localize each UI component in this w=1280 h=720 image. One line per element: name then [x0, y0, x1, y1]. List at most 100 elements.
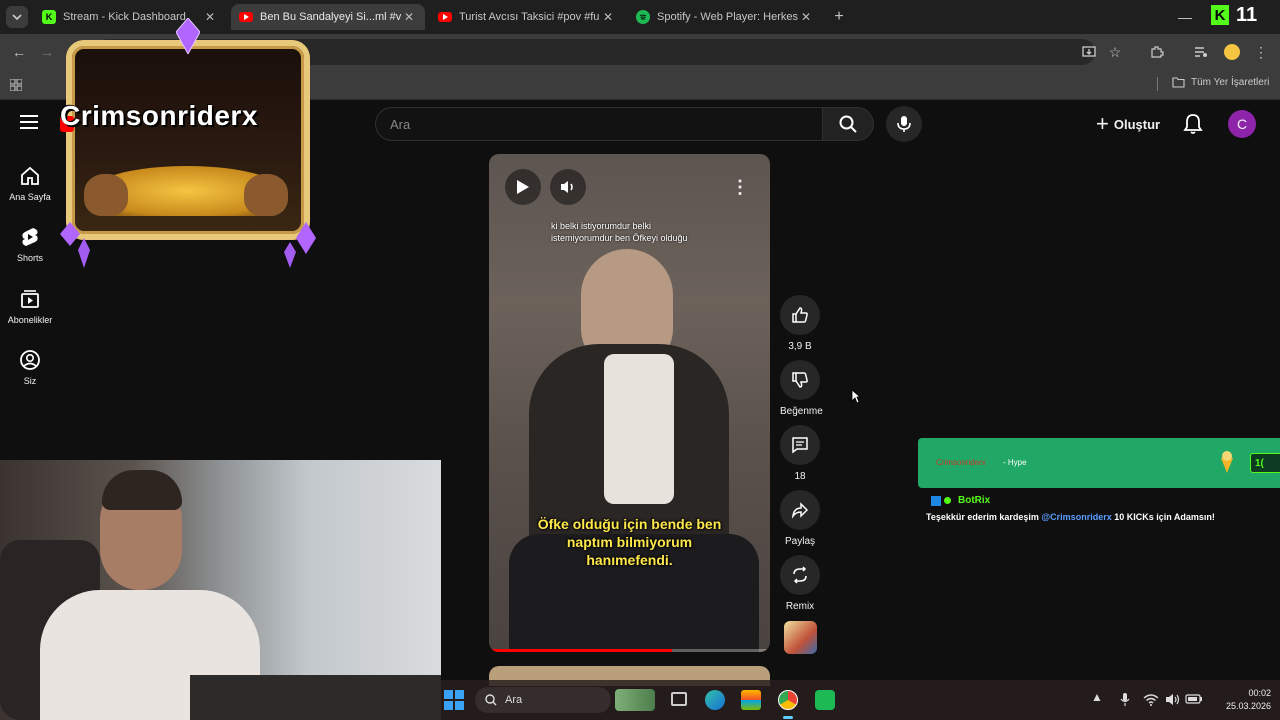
mouse-cursor-icon	[851, 389, 861, 404]
video-person-shirt	[604, 354, 674, 504]
tab-youtube-short[interactable]: Ben Bu Sandalyeyi Si...ml #vart ✕	[231, 4, 425, 30]
search-button[interactable]	[822, 107, 874, 141]
taskbar-search-label: Ara	[505, 694, 523, 706]
microphone-icon[interactable]	[1120, 692, 1130, 707]
close-icon[interactable]: ✕	[798, 10, 814, 24]
task-view-icon[interactable]	[671, 692, 687, 706]
comment-icon	[792, 437, 808, 454]
webcam-person-hair	[102, 470, 182, 510]
window-clock: 11	[1236, 4, 1258, 26]
play-button[interactable]	[505, 169, 541, 205]
sidebar-item-shorts[interactable]: Shorts	[0, 226, 60, 263]
all-bookmarks-button[interactable]: Tüm Yer İşaretleri	[1172, 77, 1269, 88]
gem-left-icon	[60, 222, 90, 268]
bell-icon	[1183, 114, 1203, 134]
dislike-label: Beğenme	[780, 406, 823, 417]
create-button[interactable]: + Oluştur	[1088, 110, 1168, 138]
profile-icon[interactable]	[1224, 44, 1240, 60]
crown-gem-icon	[176, 18, 200, 54]
voice-search-button[interactable]	[886, 106, 922, 142]
hype-amount-badge: 1(	[1250, 453, 1280, 473]
remix-button[interactable]: Remix	[780, 555, 820, 612]
close-icon[interactable]: ✕	[202, 10, 218, 24]
more-options-button[interactable]: ⋮	[722, 169, 758, 205]
edge-icon[interactable]	[705, 690, 725, 710]
sidebar-item-label: Abonelikler	[7, 315, 53, 325]
close-icon[interactable]: ✕	[401, 10, 417, 24]
battery-icon[interactable]	[1185, 693, 1203, 705]
plus-icon: +	[1096, 111, 1109, 136]
close-icon[interactable]: ✕	[600, 10, 616, 24]
microphone-icon	[897, 116, 911, 132]
system-tray-chevron-icon[interactable]: ▲	[1091, 690, 1103, 704]
sound-thumbnail[interactable]	[784, 621, 817, 654]
volume-icon[interactable]	[1165, 692, 1181, 707]
comment-count: 18	[794, 471, 806, 482]
taskbar-search[interactable]: Ara	[475, 687, 611, 713]
chat-bot-row: BotRix	[931, 495, 990, 506]
sidebar-item-you[interactable]: Siz	[0, 349, 60, 386]
share-button[interactable]: Paylaş	[780, 490, 820, 547]
bot-name: BotRix	[958, 495, 991, 506]
bot-badge-icon	[931, 495, 941, 506]
search-input[interactable]: Ara	[375, 107, 823, 141]
subscriptions-icon	[21, 290, 39, 308]
subtitle-bottom-line-1: Öfke olduğu için bende ben	[537, 516, 722, 532]
avatar[interactable]: C	[1228, 110, 1256, 138]
store-icon[interactable]	[741, 690, 761, 710]
windows-start-icon[interactable]	[444, 690, 464, 710]
tab-youtube-turist[interactable]: Turist Avcısı Taksici #pov #funn ✕	[430, 4, 624, 30]
minimize-icon[interactable]: —	[1174, 6, 1196, 28]
like-button[interactable]: 3,9 B	[780, 295, 820, 352]
remix-label: Remix	[785, 601, 815, 612]
play-icon	[517, 180, 529, 194]
comments-button[interactable]: 18	[780, 425, 820, 482]
tab-spotify[interactable]: Spotify - Web Player: Herkes İç ✕	[628, 4, 822, 30]
webcam-feed	[0, 460, 441, 720]
install-app-icon[interactable]	[1078, 41, 1100, 63]
menu-kebab-icon[interactable]: ⋮	[1250, 41, 1272, 63]
short-video-player[interactable]: ⋮ ki belki istiyorumdur belki istemiyoru…	[489, 154, 770, 652]
dislike-button[interactable]: Beğenme	[780, 360, 823, 417]
chrome-icon[interactable]	[778, 690, 798, 710]
video-progress-bar[interactable]	[489, 649, 770, 652]
extensions-icon[interactable]	[1146, 41, 1168, 63]
app-icon-green[interactable]	[815, 690, 835, 710]
widgets-icon[interactable]	[615, 689, 655, 711]
sidebar-item-subscriptions[interactable]: Abonelikler	[0, 288, 60, 325]
kick-icon: K	[42, 10, 56, 24]
back-icon[interactable]: ←	[8, 41, 30, 63]
bookmarks-separator	[1157, 77, 1158, 91]
sidebar-item-home[interactable]: Ana Sayfa	[0, 165, 60, 202]
wifi-icon[interactable]	[1143, 693, 1159, 706]
treasure-bag-right	[244, 174, 288, 216]
share-label: Paylaş	[784, 536, 815, 547]
like-count: 3,9 B	[788, 341, 812, 352]
home-icon	[21, 166, 39, 185]
volume-button[interactable]	[550, 169, 586, 205]
tab-search-icon[interactable]	[6, 6, 28, 28]
new-tab-icon[interactable]: +	[828, 6, 850, 28]
bookmark-star-icon[interactable]: ☆	[1104, 41, 1126, 63]
search-icon	[839, 115, 857, 133]
clock-time: 00:02	[1248, 688, 1271, 698]
apps-grid-icon[interactable]	[5, 74, 27, 96]
notifications-button[interactable]	[1183, 113, 1203, 140]
subtitle-bottom-line-3: hanımefendi.	[586, 552, 673, 568]
shorts-icon	[22, 228, 38, 246]
subtitle-bottom-line-2: naptım bilmiyorum	[566, 534, 693, 550]
media-controls-icon[interactable]	[1190, 41, 1212, 63]
hype-label: - Hype	[1003, 458, 1027, 467]
clock[interactable]: 00:02 25.03.2026	[1211, 687, 1271, 713]
chat-message-prefix: Teşekkür ederim kardeşim	[926, 512, 1042, 522]
treasure-bag-left	[84, 174, 128, 216]
volume-icon	[561, 181, 573, 193]
hamburger-menu-icon[interactable]	[20, 115, 38, 134]
stream-name-title: Crimsonriderx	[60, 100, 258, 131]
search-icon	[485, 694, 497, 706]
stream-logo-frame	[66, 40, 310, 240]
hype-user: Crimsonriderx	[936, 458, 986, 467]
gem-right-icon	[284, 222, 316, 268]
forward-icon[interactable]: →	[36, 41, 58, 63]
youtube-icon	[239, 12, 253, 22]
